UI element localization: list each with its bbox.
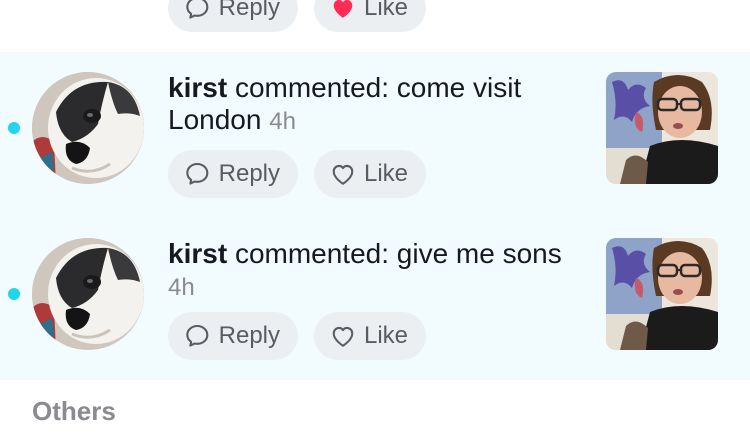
chat-bubble-icon [186,324,209,347]
timestamp: 4h [168,274,195,301]
like-button[interactable]: Like [314,150,426,198]
chat-bubble-icon [186,162,209,185]
avatar[interactable] [32,72,144,184]
chat-bubble-icon [186,0,209,19]
reply-label: Reply [218,322,280,349]
timestamp: 4h [269,108,296,135]
avatar[interactable] [32,238,144,350]
unread-notifications: kirst commented: come visit London 4h Re… [0,52,750,380]
unread-dot [8,122,20,134]
like-label: Like [363,160,408,187]
reply-button[interactable]: Reply [168,312,298,360]
username[interactable]: kirst [168,238,227,269]
reply-label: Reply [218,0,280,21]
notification-text: kirst commented: give me sons 4h [168,238,586,304]
video-preview-image [606,72,718,184]
heart-outline-icon [332,326,354,347]
reply-button[interactable]: Reply [168,0,298,32]
notification-row-partial: Reply Like [0,0,750,52]
like-button[interactable]: Like [314,312,426,360]
like-label: Like [363,322,408,349]
notification-row[interactable]: kirst commented: come visit London 4h Re… [0,52,750,216]
video-preview-image [606,238,718,350]
notification-text: kirst commented: come visit London 4h [168,72,586,138]
heart-filled-icon [333,0,353,18]
comment-message: commented: give me sons [234,238,562,269]
dog-avatar-image [32,72,144,184]
section-title-others: Others [32,396,116,426]
heart-outline-icon [332,164,354,185]
reply-label: Reply [218,160,280,187]
username[interactable]: kirst [168,72,227,103]
video-thumbnail[interactable] [606,72,718,184]
reply-button[interactable]: Reply [168,150,298,198]
video-thumbnail[interactable] [606,238,718,350]
dog-avatar-image [32,238,144,350]
like-button[interactable]: Like [314,0,426,32]
notification-row[interactable]: kirst commented: give me sons 4h Reply L… [0,218,750,382]
like-label: Like [363,0,408,21]
activity-page: Reply Like kirst commented: come visit L… [0,0,750,443]
unread-dot [8,288,20,300]
